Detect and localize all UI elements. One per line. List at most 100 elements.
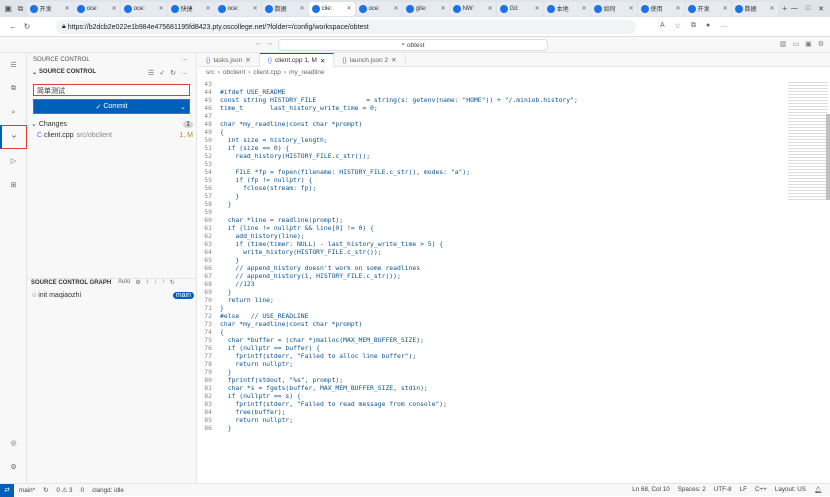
close-window-icon[interactable]: ✕ [818, 5, 824, 13]
close-tab-icon[interactable]: ✕ [300, 5, 305, 12]
minimap[interactable] [786, 80, 830, 483]
browser-tab[interactable]: 使用 ✕ [637, 1, 684, 16]
code-line[interactable]: 86 } [198, 424, 778, 432]
close-tab-icon[interactable]: ✕ [535, 5, 540, 12]
breadcrumb-symbol[interactable]: my_readline [289, 69, 324, 76]
cursor-position[interactable]: Ln 68, Col 10 [632, 486, 669, 494]
code-line[interactable]: 54 FILE *fp = fopen(filename: HISTORY_FI… [198, 168, 778, 176]
browser-tab[interactable]: oce: ✕ [120, 1, 167, 16]
code-line[interactable]: 80 fprintf(stdout, "%s", prompt); [198, 376, 778, 384]
new-tab-icon[interactable]: + [779, 2, 791, 16]
editor-tab[interactable]: {} launch.json 2 ✕ [334, 53, 406, 67]
browser-tab[interactable]: 快捷 ✕ [167, 1, 214, 16]
close-tab-icon[interactable]: ✕ [723, 5, 728, 12]
browser-tab[interactable]: oce: ✕ [73, 1, 120, 16]
more-scm-icon[interactable]: … [181, 69, 188, 77]
code-line[interactable]: 77 fprintf(stderr, "Failed to alloc line… [198, 352, 778, 360]
browser-back-menu-icon[interactable]: ▣ [2, 2, 14, 16]
code-line[interactable]: 46 time_t last_history_write_time = 0; [198, 104, 778, 112]
command-center[interactable]: ⌕ obtest [278, 39, 548, 51]
code-line[interactable]: 83 fprintf(stderr, "Failed to read messa… [198, 400, 778, 408]
editor-tab[interactable]: {} tasks.json ✕ [198, 53, 260, 67]
search-view-icon[interactable]: ⌕ [0, 101, 27, 125]
minimize-icon[interactable]: — [791, 5, 798, 13]
graph-refresh-icon[interactable]: ↻ [170, 279, 175, 286]
view-as-tree-icon[interactable]: ☰ [148, 69, 154, 77]
code-line[interactable]: 51 if (size == 0) { [198, 144, 778, 152]
changes-group[interactable]: ⌄ Changes 1 [31, 119, 193, 129]
code-line[interactable]: 76 if (nullptr == buffer) { [198, 344, 778, 352]
ports-status[interactable]: 0 [81, 487, 85, 494]
close-tab-icon[interactable]: ✕ [676, 5, 681, 12]
keyboard-layout-status[interactable]: Layout: US [775, 486, 806, 494]
refresh-icon[interactable]: ↻ [20, 20, 34, 34]
code-line[interactable]: 85 return nullptr; [198, 416, 778, 424]
refresh-scm-icon[interactable]: ↻ [170, 69, 176, 77]
code-line[interactable]: 49 { [198, 128, 778, 136]
remote-icon[interactable]: ⇄ [0, 483, 14, 497]
close-tab-icon[interactable]: ✕ [582, 5, 587, 12]
code-line[interactable]: 81 char *s = fgets(buffer, MAX_MEM_BUFFE… [198, 384, 778, 392]
graph-push-icon[interactable]: ↑ [162, 279, 165, 286]
code-line[interactable]: 62 add_history(line); [198, 232, 778, 240]
panel-icon[interactable]: ▭ [792, 40, 799, 48]
code-line[interactable]: 75 char *buffer = (char *)malloc(MAX_MEM… [198, 336, 778, 344]
maximize-icon[interactable]: □ [806, 5, 810, 13]
graph-settings-icon[interactable]: ⚙ [135, 279, 140, 286]
code-line[interactable]: 58 } [198, 200, 778, 208]
code-line[interactable]: 69 } [198, 288, 778, 296]
code-line[interactable]: 65 } [198, 256, 778, 264]
graph-auto-toggle[interactable]: Auto [118, 279, 130, 286]
menu-icon[interactable]: ☰ [0, 53, 27, 77]
code-line[interactable]: 61 if (line != nullptr && line[0] != 0) … [198, 224, 778, 232]
profile-icon[interactable]: ● [706, 22, 710, 30]
changed-file-item[interactable]: C client.cpp src/obclient 1, M [37, 130, 193, 140]
code-line[interactable]: 53 [198, 160, 778, 168]
code-line[interactable]: 44 #ifdef USE_README [198, 88, 778, 96]
code-line[interactable]: 59 [198, 208, 778, 216]
sync-icon[interactable]: ↻ [43, 487, 48, 494]
close-tab-icon[interactable]: ✕ [65, 5, 70, 12]
close-tab-icon[interactable]: ✕ [112, 5, 117, 12]
code-line[interactable]: 43 [198, 80, 778, 88]
commit-message-input[interactable]: 简单测试 [33, 84, 190, 96]
code-line[interactable]: 78 return nullptr; [198, 360, 778, 368]
nav-back-icon[interactable]: ← [255, 40, 262, 47]
url-field[interactable]: 🔒︎ https://b2dcb2e022e1b984e475681195fd8… [56, 20, 636, 34]
code-line[interactable]: 66 // append_history doesn't work on som… [198, 264, 778, 272]
clangd-status[interactable]: clangd: idle [92, 487, 124, 494]
browser-tab[interactable]: 如何 ✕ [590, 1, 637, 16]
layout-icon[interactable]: ▥ [780, 40, 787, 48]
back-icon[interactable]: ← [6, 20, 20, 34]
nav-forward-icon[interactable]: → [266, 40, 273, 47]
browser-tab[interactable]: gite: ✕ [402, 1, 449, 16]
accounts-icon[interactable]: ◎ [0, 431, 27, 455]
notifications-icon[interactable]: 🔔︎ [814, 486, 822, 494]
language-status[interactable]: C++ [755, 486, 767, 494]
indentation-status[interactable]: Spaces: 2 [678, 486, 706, 494]
branch-status[interactable]: main* [19, 487, 35, 494]
extensions-view-icon[interactable]: ⊞ [0, 173, 27, 197]
code-line[interactable]: 64 write_history(HISTORY_FILE.c_str()); [198, 248, 778, 256]
browser-tab[interactable]: NW: ✕ [449, 1, 496, 16]
eol-status[interactable]: LF [740, 486, 747, 494]
settings-icon[interactable]: … [720, 22, 727, 30]
tab-actions-icon[interactable]: ⧉ [14, 2, 26, 16]
browser-tab[interactable]: 开发 ✕ [26, 1, 73, 16]
close-tab-icon[interactable]: ✕ [347, 5, 352, 12]
close-tab-icon[interactable]: ✕ [320, 57, 325, 65]
run-debug-icon[interactable]: ▷ [0, 149, 27, 173]
manage-icon[interactable]: ⚙ [0, 455, 27, 479]
code-line[interactable]: 60 char *line = readline(prompt); [198, 216, 778, 224]
close-tab-icon[interactable]: ✕ [441, 5, 446, 12]
close-tab-icon[interactable]: ✕ [391, 56, 396, 64]
editor-tab[interactable]: {} client.cpp 1, M ✕ [259, 53, 335, 67]
problems-status[interactable]: 0 ⚠ 3 [56, 487, 72, 494]
browser-tab[interactable]: 数据 ✕ [731, 1, 778, 16]
close-tab-icon[interactable]: ✕ [488, 5, 493, 12]
reader-icon[interactable]: A [660, 22, 665, 30]
code-line[interactable]: 45 const string HISTORY_FILE = string(s: … [198, 96, 778, 104]
close-tab-icon[interactable]: ✕ [629, 5, 634, 12]
encoding-status[interactable]: UTF-8 [714, 486, 732, 494]
code-line[interactable]: 47 [198, 112, 778, 120]
